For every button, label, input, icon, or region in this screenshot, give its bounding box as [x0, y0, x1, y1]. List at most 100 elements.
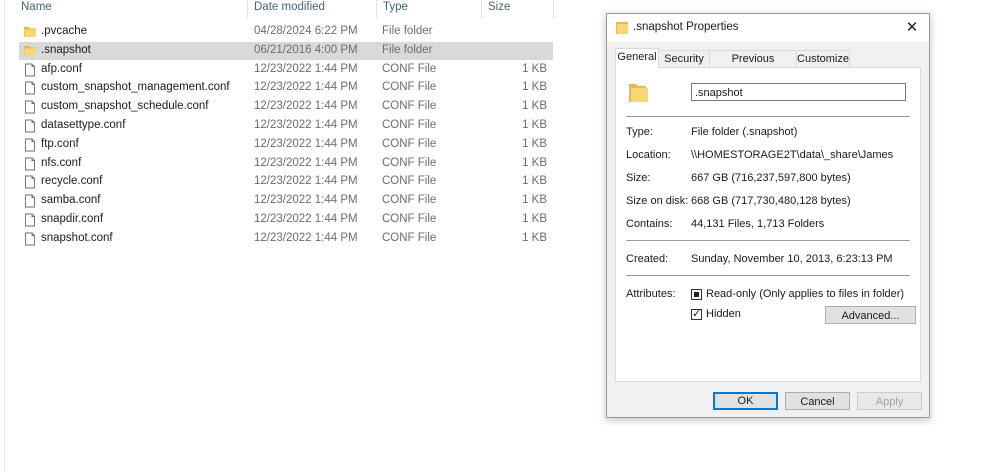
column-header: Name Date modified Type Size [0, 0, 600, 19]
file-size: 1 KB [522, 62, 547, 75]
file-date-modified: 12/23/2022 1:44 PM [254, 81, 358, 94]
column-separator[interactable] [247, 0, 248, 19]
file-type: File folder [382, 43, 433, 56]
apply-button[interactable]: Apply [857, 392, 922, 410]
file-name: custom_snapshot_schedule.conf [41, 100, 209, 113]
column-name-header[interactable]: Name [21, 1, 52, 13]
file-name: recycle.conf [41, 175, 103, 188]
file-size: 1 KB [522, 119, 547, 131]
size-on-disk-value: 668 GB (717,730,480,128 bytes) [691, 195, 851, 207]
table-row[interactable]: afp.conf 12/23/2022 1:44 PM CONF File 1 KB [19, 61, 553, 79]
file-name: samba.conf [41, 194, 101, 207]
column-separator[interactable] [481, 0, 482, 19]
file-name: afp.conf [41, 62, 82, 75]
file-date-modified: 06/21/2016 4:00 PM [254, 43, 358, 56]
file-name: datasettype.conf [41, 119, 126, 131]
column-type-header[interactable]: Type [383, 1, 408, 13]
hidden-checkbox[interactable] [691, 307, 702, 320]
type-label: Type: [626, 126, 653, 138]
table-row[interactable]: custom_snapshot_management.conf 12/23/202… [19, 79, 553, 97]
folder-icon [24, 27, 36, 37]
table-row[interactable]: datasettype.conf 12/23/2022 1:44 PM CONF F… [19, 117, 553, 135]
file-icon [25, 63, 35, 77]
table-row[interactable]: snapshot.conf 12/23/2022 1:44 PM CONF File… [19, 230, 553, 248]
file-type: CONF File [382, 81, 437, 94]
file-icon [25, 100, 35, 114]
properties-dialog: .snapshot Properties ✕ General Security … [606, 13, 930, 418]
file-type: CONF File [382, 100, 437, 113]
contains-value: 44,131 Files, 1,713 Folders [691, 218, 825, 230]
close-icon[interactable]: ✕ [901, 17, 923, 39]
table-row[interactable]: .snapshot 06/21/2016 4:00 PM File folder [19, 41, 553, 60]
file-date-modified: 12/23/2022 1:44 PM [254, 194, 358, 207]
hidden-label[interactable]: Hidden [706, 308, 741, 320]
tab-customize[interactable]: Customize [796, 50, 850, 67]
readonly-label[interactable]: Read-only (Only applies to files in fold… [706, 288, 904, 300]
file-type: CONF File [382, 156, 437, 169]
file-type: CONF File [382, 119, 437, 131]
size-value: 667 GB (716,237,597,800 bytes) [691, 172, 851, 184]
table-row[interactable]: nfs.conf 12/23/2022 1:44 PM CONF File 1 KB [19, 155, 553, 173]
file-date-modified: 12/23/2022 1:44 PM [254, 231, 358, 244]
file-type: CONF File [382, 231, 437, 244]
file-date-modified: 12/23/2022 1:44 PM [254, 175, 358, 188]
readonly-checkbox[interactable] [691, 289, 702, 300]
file-name: .snapshot [41, 43, 91, 56]
table-row[interactable]: .pvcache 04/28/2024 6:22 PM File folder [19, 23, 553, 41]
column-separator[interactable] [553, 0, 554, 19]
column-separator[interactable] [376, 0, 377, 19]
tab-previous-versions[interactable]: Previous Versions [709, 50, 797, 81]
tab-security[interactable]: Security [658, 50, 710, 67]
table-row[interactable]: samba.conf 12/23/2022 1:44 PM CONF File 1 K… [19, 192, 553, 210]
file-type: CONF File [382, 175, 437, 188]
file-name: ftp.conf [41, 137, 79, 150]
table-row[interactable]: recycle.conf 12/23/2022 1:44 PM CONF File 1… [19, 173, 553, 191]
file-type: CONF File [382, 137, 437, 150]
tab-general[interactable]: General [615, 48, 659, 68]
file-icon [25, 157, 35, 171]
column-date-header[interactable]: Date modified [254, 1, 325, 13]
location-value: \\HOMESTORAGE2T\data\_share\James [691, 149, 894, 161]
location-label: Location: [626, 149, 671, 161]
file-name: nfs.conf [41, 156, 82, 169]
file-name: snapshot.conf [41, 231, 113, 244]
file-name: custom_snapshot_management.conf [41, 81, 230, 94]
file-icon [25, 138, 35, 152]
divider [626, 275, 910, 276]
table-row[interactable]: snapdir.conf 12/23/2022 1:44 PM CONF File 1… [19, 211, 553, 229]
file-type: CONF File [382, 213, 437, 225]
created-value: Sunday, November 10, 2013, 6:23:13 PM [691, 253, 893, 265]
file-date-modified: 12/23/2022 1:44 PM [254, 213, 358, 225]
folder-icon [616, 22, 628, 34]
table-row[interactable]: custom_snapshot_schedule.conf 12/23/2022 … [19, 98, 553, 116]
size-on-disk-label: Size on disk: [626, 195, 689, 207]
folder-large-icon [629, 84, 648, 102]
file-date-modified: 12/23/2022 1:44 PM [254, 137, 358, 150]
file-icon [25, 213, 35, 227]
file-type: File folder [382, 25, 433, 37]
dialog-titlebar[interactable]: .snapshot Properties ✕ [607, 14, 929, 42]
divider [626, 116, 910, 117]
file-icon [25, 175, 35, 189]
file-size: 1 KB [522, 175, 547, 188]
ok-button[interactable]: OK [713, 392, 778, 410]
file-icon [25, 194, 35, 208]
cancel-button[interactable]: Cancel [785, 392, 850, 410]
column-size-header[interactable]: Size [488, 1, 510, 13]
file-size: 1 KB [522, 156, 547, 169]
file-date-modified: 12/23/2022 1:44 PM [254, 62, 358, 75]
divider [626, 240, 910, 241]
table-row[interactable]: ftp.conf 12/23/2022 1:44 PM CONF File 1 KB [19, 136, 553, 154]
file-date-modified: 12/23/2022 1:44 PM [254, 119, 358, 131]
file-icon [25, 119, 35, 133]
file-size: 1 KB [522, 194, 547, 207]
folder-name-input[interactable]: .snapshot [691, 83, 906, 101]
file-icon [25, 232, 35, 246]
size-label: Size: [626, 172, 651, 184]
file-size: 1 KB [522, 137, 547, 150]
advanced-button[interactable]: Advanced... [825, 306, 916, 324]
general-panel: .snapshot Type: File folder (.snapshot) … [615, 67, 921, 382]
file-icon [25, 81, 35, 95]
dialog-title: .snapshot Properties [633, 21, 739, 33]
attributes-label: Attributes: [626, 288, 676, 300]
